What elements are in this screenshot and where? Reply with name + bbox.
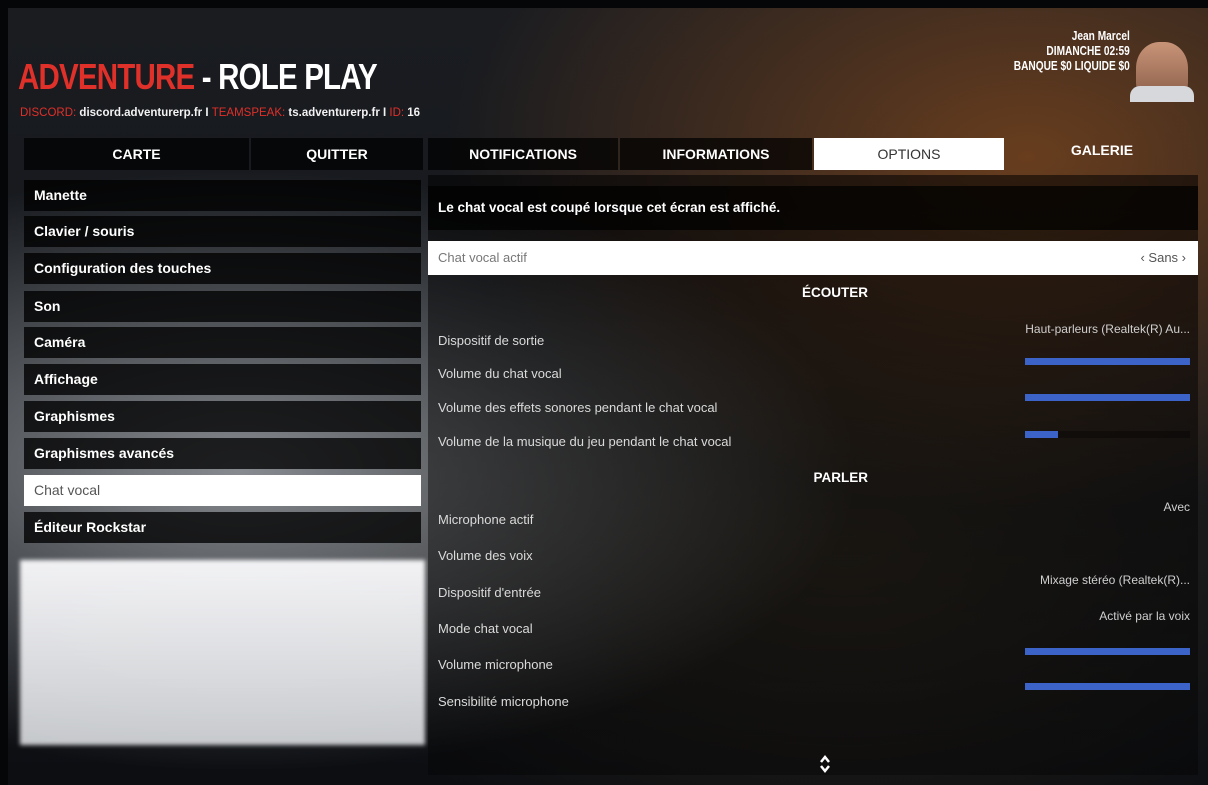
- slider-sensibilite-microphone[interactable]: [1025, 683, 1190, 690]
- setting-selector-value[interactable]: ‹ Sans ›: [1140, 241, 1186, 275]
- up-down-arrows-svg: [820, 754, 830, 774]
- menu-item-camera[interactable]: Caméra: [24, 327, 421, 358]
- menu-item-clavier-souris[interactable]: Clavier / souris: [24, 216, 421, 247]
- menu-item-chat-vocal[interactable]: Chat vocal: [24, 475, 421, 506]
- menu-item-graphismes[interactable]: Graphismes: [24, 401, 421, 432]
- voice-chat-notice: Le chat vocal est coupé lorsque cet écra…: [428, 186, 1198, 230]
- screen-bezel-left: [0, 0, 8, 785]
- server-info-line: DISCORD: discord.adventurerp.fr I TEAMSP…: [20, 107, 420, 119]
- discord-value: discord.adventurerp.fr I: [76, 107, 212, 119]
- menu-item-graphismes-avances[interactable]: Graphismes avancés: [24, 438, 421, 469]
- slider-volume-chat-vocal[interactable]: [1025, 358, 1190, 365]
- setting-label-sensibilite-microphone[interactable]: Sensibilité microphone: [438, 694, 569, 709]
- discord-label: DISCORD:: [20, 107, 77, 119]
- tab-options[interactable]: OPTIONS: [814, 138, 1004, 170]
- setting-label-volume-chat-vocal[interactable]: Volume du chat vocal: [438, 366, 562, 381]
- slider-volume-effets[interactable]: [1025, 394, 1190, 401]
- slider-fill: [1025, 358, 1190, 365]
- menu-item-son[interactable]: Son: [24, 291, 421, 322]
- slider-fill: [1025, 431, 1058, 438]
- setting-label: Chat vocal actif: [438, 250, 527, 265]
- section-title-ecouter: ÉCOUTER: [801, 285, 868, 300]
- player-avatar: [1130, 42, 1194, 102]
- tab-informations[interactable]: INFORMATIONS: [620, 138, 812, 170]
- menu-item-editeur-rockstar[interactable]: Éditeur Rockstar: [24, 512, 421, 543]
- title-white-part: - ROLE PLAY: [194, 56, 378, 97]
- player-datetime: DIMANCHE 02:59: [1046, 43, 1130, 58]
- background-light: [20, 560, 425, 745]
- setting-label-volume-microphone[interactable]: Volume microphone: [438, 657, 553, 672]
- tab-galerie[interactable]: GALERIE: [1006, 138, 1198, 170]
- player-money: BANQUE $0 LIQUIDE $0: [1013, 58, 1130, 73]
- setting-label-dispositif-sortie[interactable]: Dispositif de sortie: [438, 333, 544, 348]
- tab-notifications[interactable]: NOTIFICATIONS: [428, 138, 618, 170]
- tab-quitter[interactable]: QUITTER: [251, 138, 423, 170]
- slider-fill: [1025, 394, 1190, 401]
- id-label: ID: [389, 107, 401, 119]
- tab-carte[interactable]: CARTE: [24, 138, 249, 170]
- setting-label-volume-effets[interactable]: Volume des effets sonores pendant le cha…: [438, 400, 717, 415]
- menu-item-configuration-touches[interactable]: Configuration des touches: [24, 253, 421, 284]
- setting-label-dispositif-entree[interactable]: Dispositif d'entrée: [438, 585, 541, 600]
- slider-volume-musique[interactable]: [1025, 431, 1190, 438]
- setting-value-mode-chat-vocal[interactable]: Activé par la voix: [1099, 609, 1190, 623]
- title-red-part: ADVENTURE: [18, 56, 195, 97]
- slider-fill: [1025, 683, 1190, 690]
- setting-row-chat-vocal-actif[interactable]: Chat vocal actif ‹ Sans ›: [428, 241, 1198, 275]
- setting-label-mode-chat-vocal[interactable]: Mode chat vocal: [438, 621, 533, 636]
- slider-volume-microphone[interactable]: [1025, 648, 1190, 655]
- setting-value-dispositif-sortie[interactable]: Haut-parleurs (Realtek(R) Au...: [1025, 322, 1190, 336]
- setting-label-volume-musique[interactable]: Volume de la musique du jeu pendant le c…: [438, 434, 731, 449]
- setting-value-dispositif-entree[interactable]: Mixage stéréo (Realtek(R)...: [1040, 573, 1190, 587]
- slider-fill: [1025, 648, 1190, 655]
- setting-label-volume-voix[interactable]: Volume des voix: [438, 548, 533, 563]
- menu-item-manette[interactable]: Manette: [24, 180, 421, 211]
- id-value: 16: [407, 107, 421, 119]
- player-name: Jean Marcel: [1071, 28, 1130, 43]
- setting-value-microphone-actif[interactable]: Avec: [1164, 500, 1190, 514]
- section-title-parler: PARLER: [813, 470, 868, 485]
- player-info: Jean Marcel DIMANCHE 02:59 BANQUE $0 LIQ…: [1014, 28, 1130, 73]
- screen-bezel-top: [0, 0, 1208, 8]
- menu-item-affichage[interactable]: Affichage: [24, 364, 421, 395]
- server-title: ADVENTURE - ROLE PLAY: [18, 56, 378, 98]
- setting-label-microphone-actif[interactable]: Microphone actif: [438, 512, 533, 527]
- teamspeak-label: TEAMSPEAK:: [211, 107, 286, 119]
- up-down-arrows-icon[interactable]: [818, 754, 832, 776]
- teamspeak-value: ts.adventurerp.fr I: [285, 107, 390, 119]
